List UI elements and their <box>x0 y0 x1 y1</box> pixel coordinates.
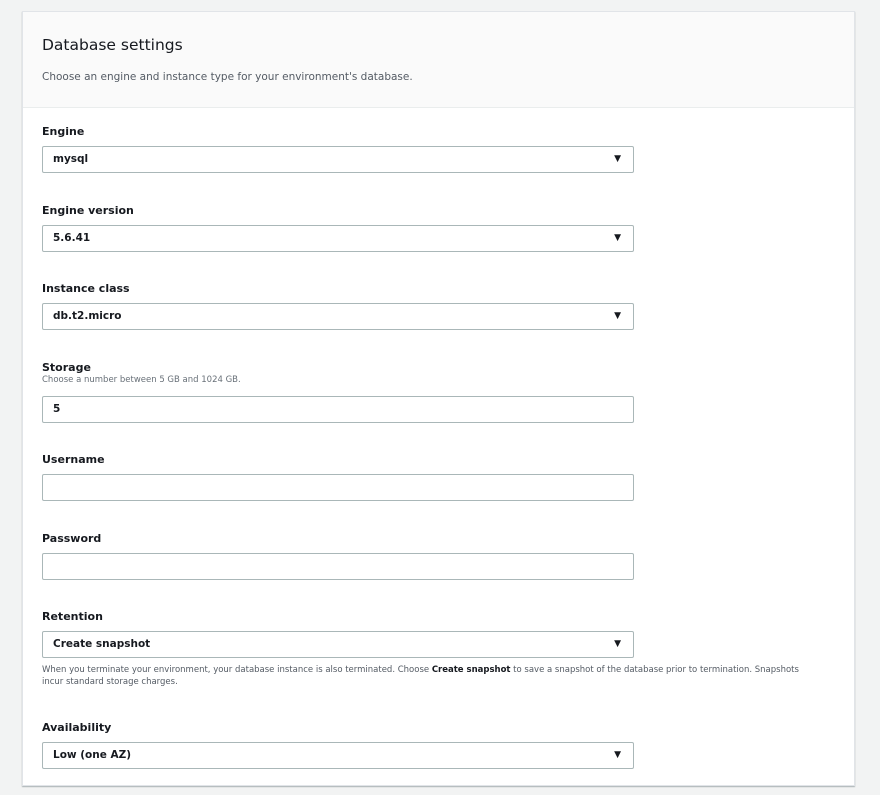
storage-input[interactable]: 5 <box>42 396 634 423</box>
retention-label: Retention <box>42 610 103 623</box>
storage-hint: Choose a number between 5 GB and 1024 GB… <box>42 375 241 385</box>
caret-down-icon: ▼ <box>614 750 621 760</box>
username-label: Username <box>42 453 105 466</box>
engine-version-select[interactable]: 5.6.41 ▼ <box>42 225 634 252</box>
section-title: Database settings <box>42 36 183 54</box>
instance-class-field: Instance class db.t2.micro ▼ <box>42 282 634 330</box>
engine-select[interactable]: mysql ▼ <box>42 146 634 173</box>
engine-label: Engine <box>42 125 85 138</box>
caret-down-icon: ▼ <box>614 233 621 243</box>
username-input[interactable] <box>42 474 634 501</box>
password-label: Password <box>42 532 102 545</box>
availability-select[interactable]: Low (one AZ) ▼ <box>42 742 634 769</box>
availability-label: Availability <box>42 721 112 734</box>
caret-down-icon: ▼ <box>614 154 621 164</box>
caret-down-icon: ▼ <box>614 639 621 649</box>
instance-class-select-value: db.t2.micro <box>53 310 122 322</box>
password-field: Password <box>42 532 634 580</box>
retention-help-text: When you terminate your environment, you… <box>42 664 822 688</box>
retention-help-before: When you terminate your environment, you… <box>42 665 432 675</box>
storage-input-value: 5 <box>53 403 61 415</box>
instance-class-select[interactable]: db.t2.micro ▼ <box>42 303 634 330</box>
availability-select-value: Low (one AZ) <box>53 749 132 761</box>
engine-version-label: Engine version <box>42 204 134 217</box>
username-field: Username <box>42 453 634 501</box>
section-description: Choose an engine and instance type for y… <box>42 71 413 83</box>
instance-class-label: Instance class <box>42 282 130 295</box>
storage-label: Storage <box>42 361 91 374</box>
storage-field: Storage Choose a number between 5 GB and… <box>42 361 634 423</box>
database-settings-panel: Database settings Choose an engine and i… <box>22 11 855 786</box>
retention-select-value: Create snapshot <box>53 638 151 650</box>
engine-version-select-value: 5.6.41 <box>53 232 91 244</box>
retention-select[interactable]: Create snapshot ▼ <box>42 631 634 658</box>
password-input[interactable] <box>42 553 634 580</box>
caret-down-icon: ▼ <box>614 311 621 321</box>
engine-select-value: mysql <box>53 153 89 165</box>
availability-field: Availability Low (one AZ) ▼ <box>42 721 634 769</box>
panel-header: Database settings Choose an engine and i… <box>23 12 854 108</box>
retention-help-bold: Create snapshot <box>431 665 511 675</box>
engine-field: Engine mysql ▼ <box>42 125 634 173</box>
retention-field: Retention Create snapshot ▼ When you ter… <box>42 610 822 688</box>
engine-version-field: Engine version 5.6.41 ▼ <box>42 204 634 252</box>
